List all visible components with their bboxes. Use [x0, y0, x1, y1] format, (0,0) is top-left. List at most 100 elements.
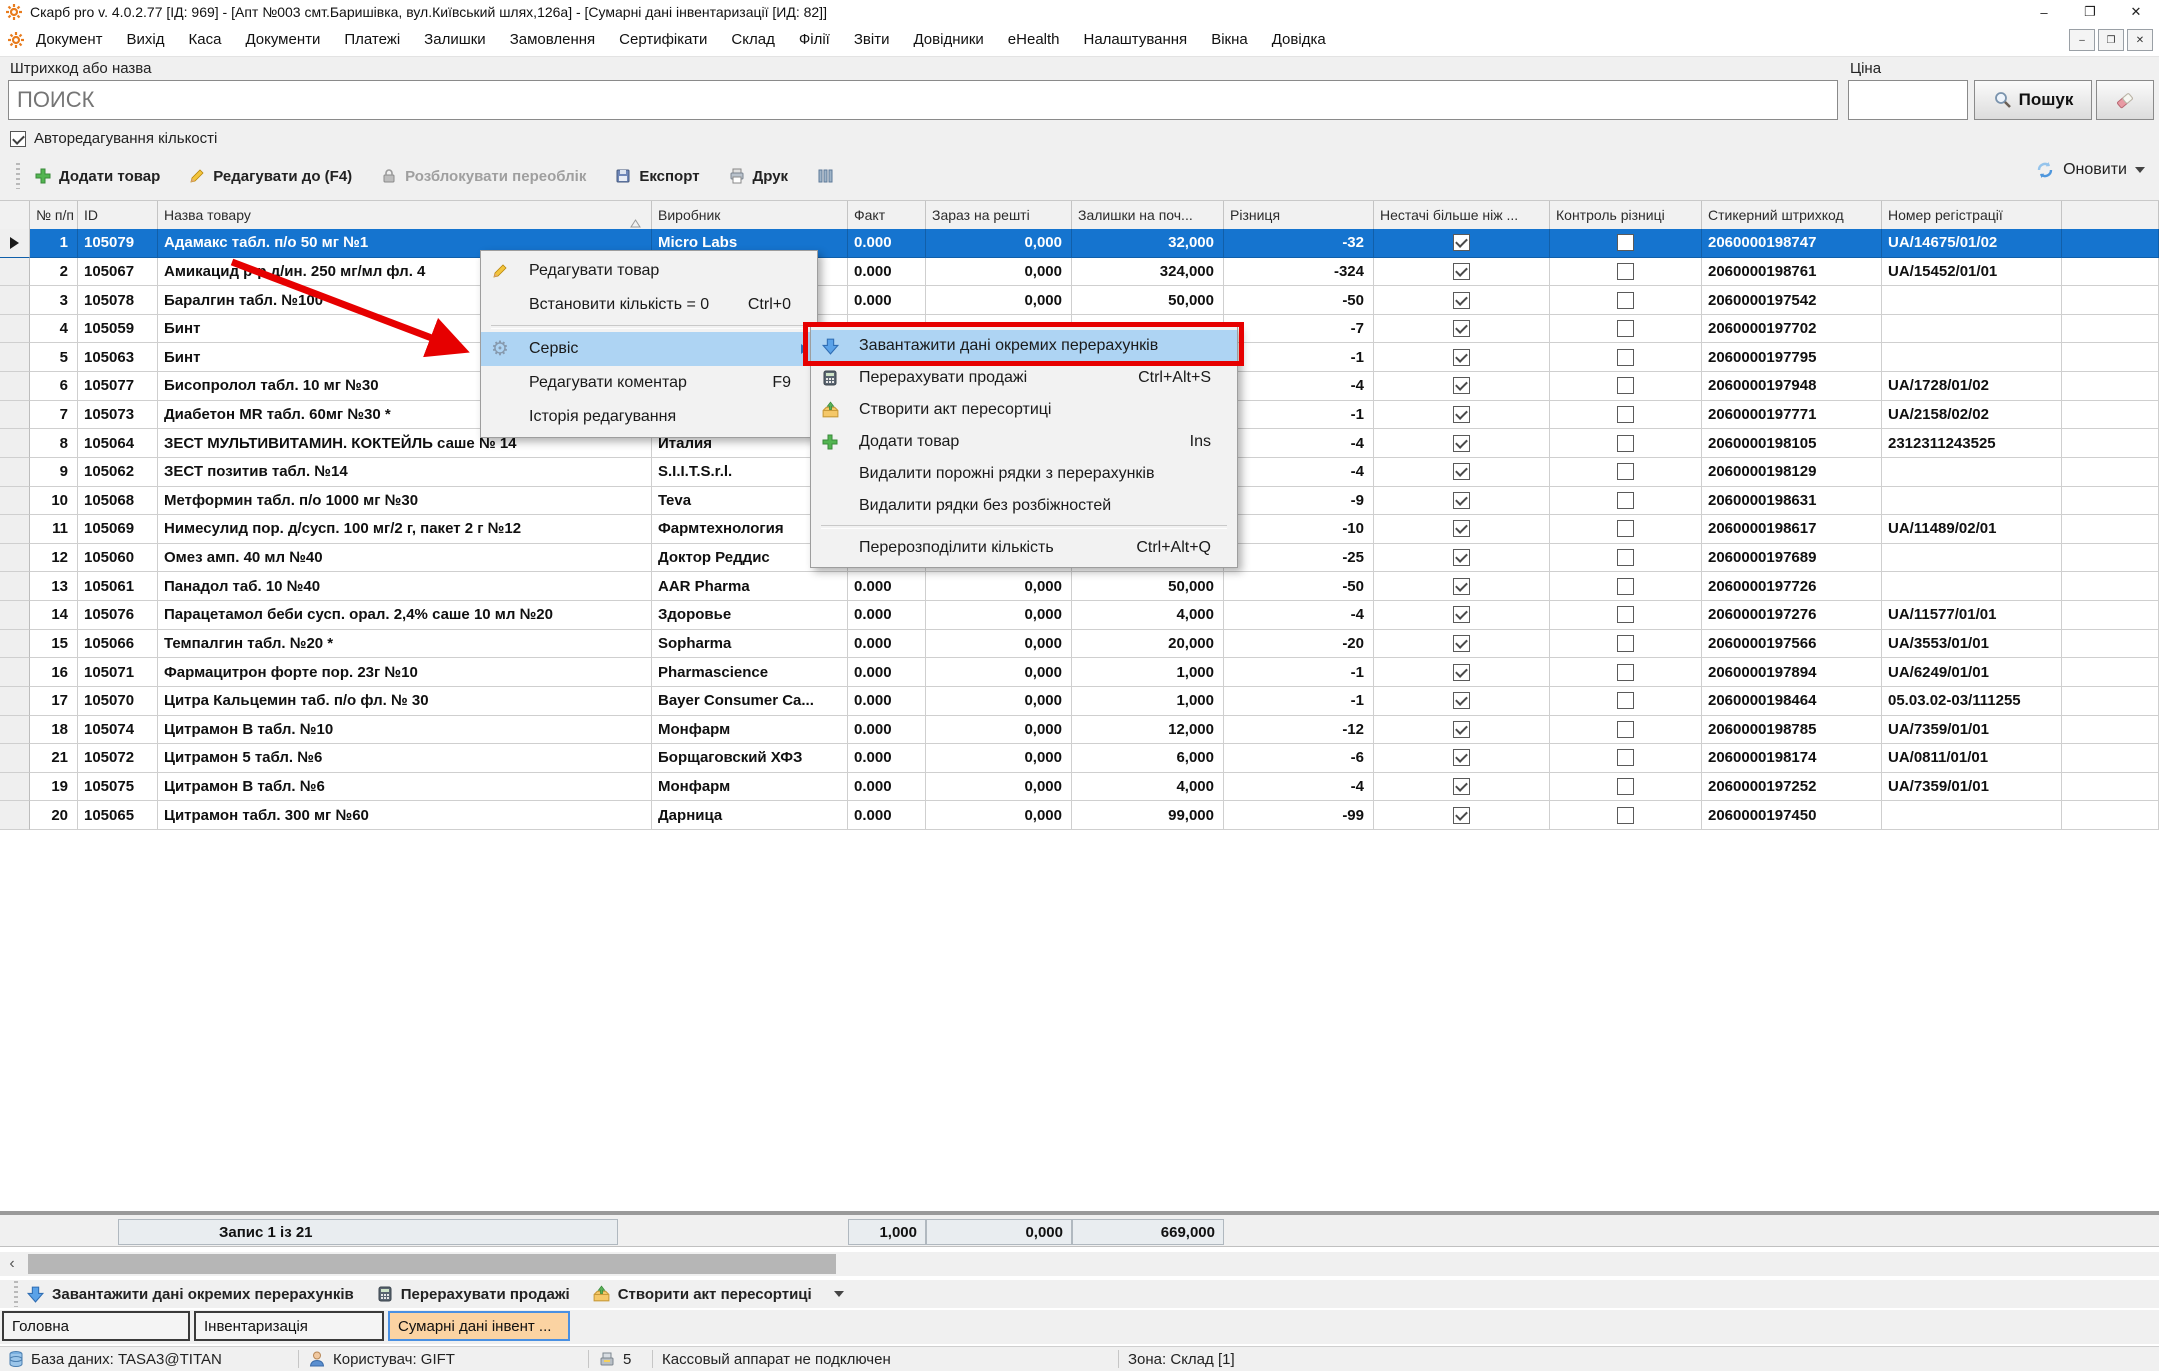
table-row[interactable]: 21105072Цитрамон 5 табл. №6Борщаговский …	[0, 744, 2159, 773]
cell-shortage[interactable]	[1374, 687, 1550, 716]
tab-Інвентаризація[interactable]: Інвентаризація	[194, 1311, 384, 1341]
control-checkbox[interactable]	[1617, 606, 1634, 623]
clear-search-button[interactable]	[2096, 80, 2154, 120]
table-row[interactable]: 13105061Панадол таб. 10 №40AAR Pharma0.0…	[0, 572, 2159, 601]
shortage-checkbox[interactable]	[1453, 549, 1470, 566]
tab-Сумарні дані інвент ...[interactable]: Сумарні дані інвент ...	[388, 1311, 570, 1341]
cell-control[interactable]	[1550, 229, 1702, 258]
cell-control[interactable]	[1550, 801, 1702, 830]
menu-Каса[interactable]: Каса	[177, 24, 234, 56]
column-header-marker[interactable]	[0, 201, 30, 229]
cell-control[interactable]	[1550, 343, 1702, 372]
cell-shortage[interactable]	[1374, 258, 1550, 287]
table-row[interactable]: 17105070Цитра Кальцемин таб. п/о фл. № 3…	[0, 687, 2159, 716]
cell-control[interactable]	[1550, 744, 1702, 773]
table-row[interactable]: 15105066Темпалгин табл. №20 *Sopharma0.0…	[0, 630, 2159, 659]
control-checkbox[interactable]	[1617, 292, 1634, 309]
control-checkbox[interactable]	[1617, 520, 1634, 537]
cell-control[interactable]	[1550, 572, 1702, 601]
restore-button[interactable]: ❐	[2067, 0, 2113, 24]
cell-control[interactable]	[1550, 286, 1702, 315]
menu-Замовлення[interactable]: Замовлення	[498, 24, 607, 56]
cell-control[interactable]	[1550, 773, 1702, 802]
cell-shortage[interactable]	[1374, 487, 1550, 516]
control-checkbox[interactable]	[1617, 778, 1634, 795]
menu-Вихід[interactable]: Вихід	[115, 24, 177, 56]
cell-control[interactable]	[1550, 487, 1702, 516]
menu-item[interactable]: Додати товарIns	[811, 426, 1237, 458]
shortage-checkbox[interactable]	[1453, 492, 1470, 509]
menu-Залишки[interactable]: Залишки	[412, 24, 498, 56]
cell-shortage[interactable]	[1374, 429, 1550, 458]
toolbar-Друк[interactable]: Друк	[728, 167, 789, 185]
column-header-id[interactable]: ID	[78, 201, 158, 229]
menu-item[interactable]: Перерахувати продажіCtrl+Alt+S	[811, 362, 1237, 394]
shortage-checkbox[interactable]	[1453, 292, 1470, 309]
column-header-control[interactable]: Контроль різниці	[1550, 201, 1702, 229]
search-input[interactable]	[8, 80, 1838, 120]
control-checkbox[interactable]	[1617, 578, 1634, 595]
cell-shortage[interactable]	[1374, 544, 1550, 573]
control-checkbox[interactable]	[1617, 721, 1634, 738]
column-header-manuf[interactable]: Виробник	[652, 201, 848, 229]
control-checkbox[interactable]	[1617, 492, 1634, 509]
cell-shortage[interactable]	[1374, 372, 1550, 401]
cell-shortage[interactable]	[1374, 744, 1550, 773]
shortage-checkbox[interactable]	[1453, 435, 1470, 452]
horizontal-scrollbar[interactable]: ‹	[0, 1252, 2159, 1276]
control-checkbox[interactable]	[1617, 263, 1634, 280]
menu-item[interactable]: Редагувати товар	[481, 254, 817, 288]
cell-shortage[interactable]	[1374, 458, 1550, 487]
table-row[interactable]: 18105074Цитрамон В табл. №10Монфарм0.000…	[0, 716, 2159, 745]
cell-shortage[interactable]	[1374, 630, 1550, 659]
cell-shortage[interactable]	[1374, 315, 1550, 344]
menu-item[interactable]: Встановити кількість = 0Ctrl+0	[481, 288, 817, 322]
column-header-start[interactable]: Залишки на поч...	[1072, 201, 1224, 229]
cell-shortage[interactable]	[1374, 773, 1550, 802]
table-row[interactable]: 16105071Фармацитрон форте пор. 23г №10Ph…	[0, 658, 2159, 687]
menu-Вікна[interactable]: Вікна	[1199, 24, 1260, 56]
menu-Документ[interactable]: Документ	[24, 24, 115, 56]
shortage-checkbox[interactable]	[1453, 263, 1470, 280]
bottom-toolbar-Перерахувати продажі[interactable]: Перерахувати продажі	[376, 1285, 570, 1303]
column-header-diff[interactable]: Різниця	[1224, 201, 1374, 229]
cell-control[interactable]	[1550, 687, 1702, 716]
shortage-checkbox[interactable]	[1453, 578, 1470, 595]
shortage-checkbox[interactable]	[1453, 234, 1470, 251]
toolbar-columns-icon[interactable]	[816, 167, 834, 185]
column-header-fact[interactable]: Факт	[848, 201, 926, 229]
menu-item[interactable]: ⚙Сервіс	[481, 332, 817, 366]
cell-shortage[interactable]	[1374, 658, 1550, 687]
menu-eHealth[interactable]: eHealth	[996, 24, 1072, 56]
control-checkbox[interactable]	[1617, 349, 1634, 366]
shortage-checkbox[interactable]	[1453, 635, 1470, 652]
control-checkbox[interactable]	[1617, 406, 1634, 423]
close-button[interactable]: ✕	[2113, 0, 2159, 24]
shortage-checkbox[interactable]	[1453, 692, 1470, 709]
cell-control[interactable]	[1550, 258, 1702, 287]
toolbar-Редагувати до (F4)[interactable]: Редагувати до (F4)	[188, 167, 352, 185]
menu-Склад[interactable]: Склад	[719, 24, 786, 56]
cell-control[interactable]	[1550, 315, 1702, 344]
cell-shortage[interactable]	[1374, 601, 1550, 630]
table-row[interactable]: 2105067Амикацид р-р д/ин. 250 мг/мл фл. …	[0, 258, 2159, 287]
toolbar-grip[interactable]	[14, 1281, 18, 1307]
column-header-shortage[interactable]: Нестачі більше ніж ...	[1374, 201, 1550, 229]
cell-control[interactable]	[1550, 601, 1702, 630]
shortage-checkbox[interactable]	[1453, 377, 1470, 394]
cell-shortage[interactable]	[1374, 572, 1550, 601]
cell-control[interactable]	[1550, 515, 1702, 544]
control-checkbox[interactable]	[1617, 664, 1634, 681]
menu-item[interactable]: Створити акт пересортиці	[811, 394, 1237, 426]
cell-shortage[interactable]	[1374, 716, 1550, 745]
mdi-restore-button[interactable]: ❐	[2098, 29, 2124, 51]
table-row[interactable]: 20105065Цитрамон табл. 300 мг №60Дарница…	[0, 801, 2159, 830]
toolbar-grip[interactable]	[16, 163, 20, 189]
cell-control[interactable]	[1550, 372, 1702, 401]
shortage-checkbox[interactable]	[1453, 749, 1470, 766]
control-checkbox[interactable]	[1617, 749, 1634, 766]
mdi-close-button[interactable]: ✕	[2127, 29, 2153, 51]
cell-shortage[interactable]	[1374, 343, 1550, 372]
scroll-left-button[interactable]: ‹	[0, 1252, 24, 1276]
shortage-checkbox[interactable]	[1453, 463, 1470, 480]
